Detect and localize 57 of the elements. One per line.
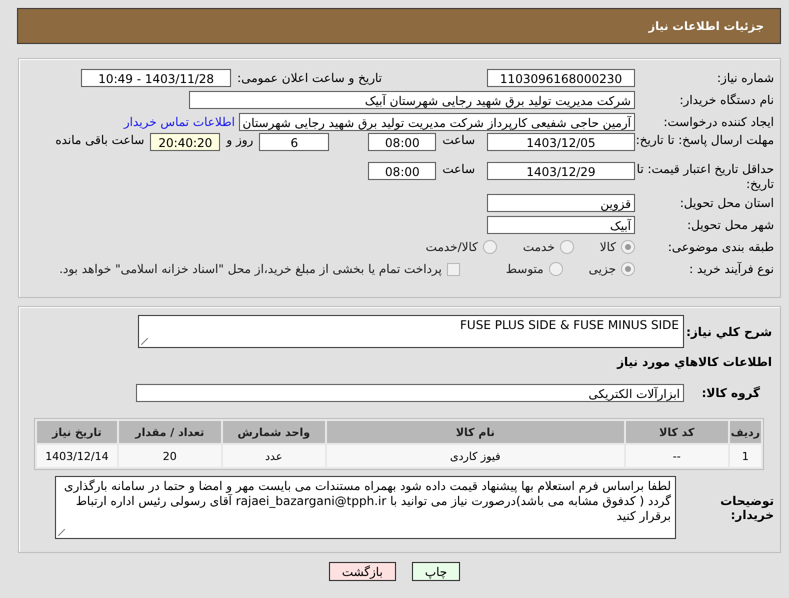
action-button[interactable]: بازگشت bbox=[328, 562, 396, 581]
table-cell: فیوز کاردی bbox=[326, 445, 624, 467]
field-label: حداقل تاریخ اعتبار قیمت: تا تاریخ: bbox=[636, 162, 775, 192]
days-field: 6 bbox=[259, 133, 330, 151]
table-cell: عدد bbox=[222, 445, 325, 467]
city-field: آبیک bbox=[487, 216, 635, 234]
table-cell: 1 bbox=[730, 445, 761, 467]
field-label: مهلت ارسال پاسخ: تا تاریخ: bbox=[635, 133, 775, 148]
field-label: ایجاد کننده درخواست: bbox=[662, 115, 775, 129]
days-label: روز و bbox=[226, 133, 254, 147]
goods-group-field: ابزارآلات الکتریکی bbox=[136, 384, 684, 402]
field-label: شماره نیاز: bbox=[716, 71, 775, 85]
column-header: واحد شمارش bbox=[222, 421, 325, 443]
table-cell: 20 bbox=[118, 445, 221, 467]
validity-time-field: 08:00 bbox=[368, 162, 436, 180]
section-title: اطلاعات کالاهاي مورد نياز bbox=[617, 355, 773, 369]
buyer-contact-link[interactable]: اطلاعات تماس خریدار bbox=[124, 115, 235, 129]
table-cell: -- bbox=[626, 445, 728, 467]
resize-grip-icon bbox=[141, 338, 148, 345]
process-radio[interactable]: متوسط bbox=[506, 262, 563, 276]
time-label: ساعت bbox=[442, 162, 475, 176]
need-number-field: 1103096168000230 bbox=[487, 69, 635, 87]
field-label: شهر محل تحویل: bbox=[686, 218, 775, 232]
requester-field: آرمین حاجی شفیعی کارپرداز شرکت مدیریت تولید برق شهید رجایی شهرستان bbox=[239, 113, 635, 131]
province-field: قزوین bbox=[487, 194, 635, 212]
field-label: شرح کلي نياز: bbox=[685, 324, 773, 338]
remaining-time-field: 20:40:20 bbox=[150, 133, 220, 151]
table-cell: 1403/12/14 bbox=[37, 445, 117, 467]
resize-grip-icon bbox=[58, 529, 65, 536]
announce-date-field: 1403/11/28 - 10:49 bbox=[81, 69, 232, 87]
column-header: تعداد / مقدار bbox=[118, 421, 221, 443]
treasury-checkbox[interactable]: پرداخت تمام یا بخشی از مبلغ خرید،از محل "اسناد خزانه اسلامی" خواهد بود. bbox=[59, 262, 460, 276]
action-button[interactable]: چاپ bbox=[412, 562, 460, 581]
validity-date-field: 1403/12/29 bbox=[487, 162, 635, 180]
field-label: نوع فرآیند خرید : bbox=[688, 262, 775, 276]
field-label: توضیحات خریدار: bbox=[719, 494, 775, 522]
field-label: استان محل تحویل: bbox=[678, 196, 775, 210]
time-label: ساعت bbox=[442, 133, 475, 147]
process-radio[interactable]: جزیی bbox=[588, 262, 635, 276]
field-label: گروه کالا: bbox=[700, 386, 761, 400]
field-label: طبقه بندی موضوعی: bbox=[666, 240, 775, 254]
field-label: نام دستگاه خریدار: bbox=[678, 93, 775, 107]
category-radio[interactable]: کالا/خدمت bbox=[426, 240, 497, 254]
deadline-time-field: 08:00 bbox=[368, 133, 436, 151]
column-header: تاريخ نياز bbox=[37, 421, 117, 443]
field-label: تاریخ و ساعت اعلان عمومی: bbox=[237, 71, 382, 85]
category-radio[interactable]: خدمت bbox=[522, 240, 574, 254]
column-header: کد کالا bbox=[626, 421, 728, 443]
deadline-date-field: 1403/12/05 bbox=[487, 133, 635, 151]
remaining-label: ساعت باقی مانده bbox=[55, 133, 144, 147]
category-radio[interactable]: کالا bbox=[600, 240, 635, 254]
buyer-field: شرکت مدیریت تولید برق شهید رجایی شهرستان آبیک bbox=[189, 91, 635, 109]
column-header: نام کالا bbox=[326, 421, 624, 443]
column-header: رديف bbox=[730, 421, 761, 443]
notes-textarea[interactable]: لطفا براساس فرم استعلام بها پیشنهاد قیمت داده شود بهمراه مستندات می بایست مهر و امضا و حتما در سامانه بارگذاری گردد ( کدفوق مشابه می باشد)درصورت نیاز می توانید با rajaei_bazargani@tpph.ir آقای رسولی رئیس اداره ارتباط برقرار کنید bbox=[55, 476, 676, 539]
summary-textarea[interactable]: FUSE PLUS SIDE & FUSE MINUS SIDE bbox=[138, 315, 684, 348]
header-title: جزئیات اطلاعات نیاز bbox=[648, 19, 764, 33]
